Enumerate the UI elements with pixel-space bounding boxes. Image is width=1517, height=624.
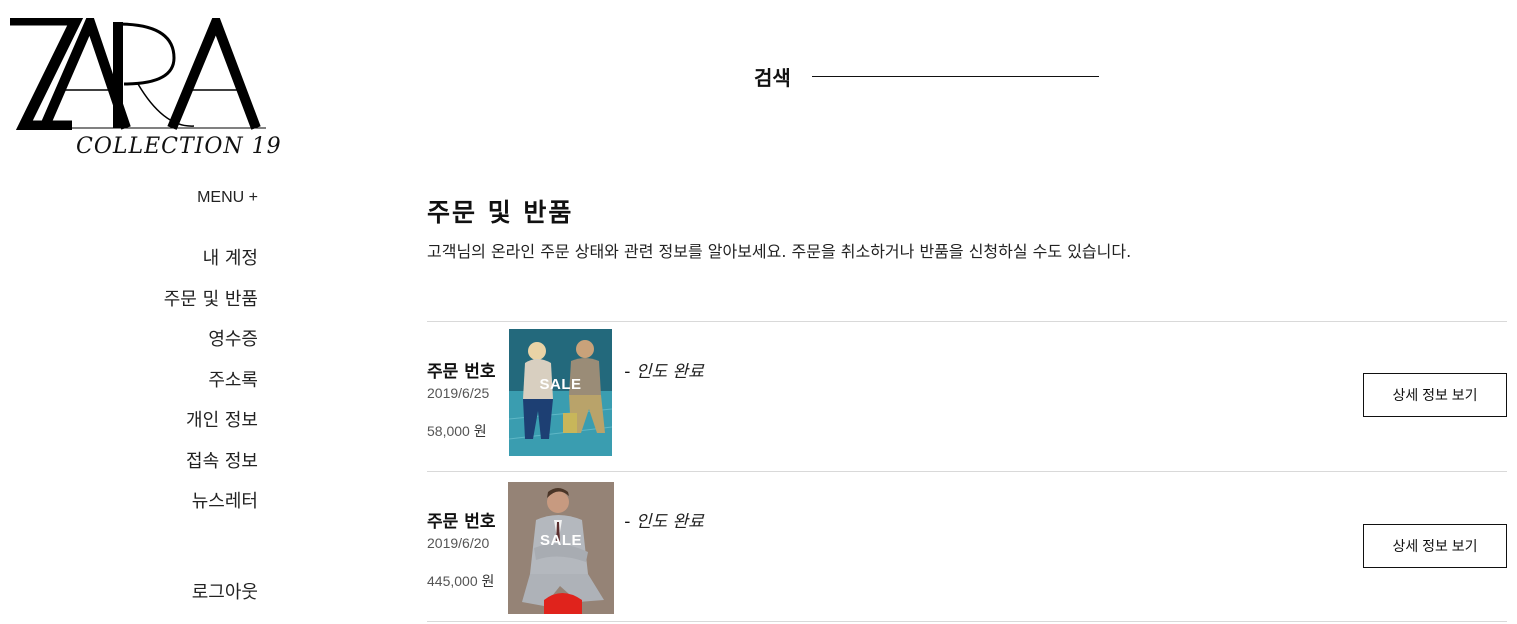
- sidebar-item-my-account[interactable]: 내 계정: [164, 247, 258, 288]
- logo-tagline: COLLECTION 19: [76, 134, 282, 159]
- divider: [427, 471, 1507, 472]
- zara-logo[interactable]: COLLECTION 19: [4, 18, 281, 160]
- order-number-label: 주문 번호: [427, 362, 496, 382]
- account-sidebar-nav: 내 계정 주문 및 반품 영수증 주소록 개인 정보 접속 정보 뉴스레터: [164, 247, 258, 531]
- sidebar-item-newsletter[interactable]: 뉴스레터: [164, 490, 258, 531]
- search-label[interactable]: 검색: [754, 62, 791, 91]
- order-number-label: 주문 번호: [427, 512, 496, 532]
- order-status: 인도 완료: [635, 512, 704, 532]
- order-price-currency: 원: [481, 574, 495, 590]
- zara-wordmark: [10, 18, 266, 130]
- page-description: 고객님의 온라인 주문 상태와 관련 정보를 알아보세요. 주문을 취소하거나 …: [427, 242, 1132, 261]
- sidebar-item-login-info[interactable]: 접속 정보: [164, 450, 258, 491]
- order-price-value: 445,000: [427, 573, 478, 589]
- sidebar-item-receipts[interactable]: 영수증: [164, 328, 258, 369]
- page-title: 주문 및 반품: [427, 198, 574, 227]
- order-date: 2019/6/25: [427, 385, 490, 401]
- sale-badge: SALE: [539, 532, 582, 549]
- order-price-currency: 원: [473, 424, 487, 440]
- order-product-thumbnail[interactable]: SALE: [509, 329, 612, 456]
- order-price-value: 58,000: [427, 423, 470, 439]
- order-detail-button[interactable]: 상세 정보 보기: [1363, 524, 1507, 568]
- order-status: 인도 완료: [635, 362, 704, 382]
- menu-toggle-button[interactable]: MENU +: [197, 189, 258, 207]
- order-status-separator: -: [624, 362, 631, 382]
- divider: [427, 621, 1507, 622]
- sale-badge: SALE: [539, 376, 582, 393]
- order-date: 2019/6/20: [427, 535, 490, 551]
- divider: [427, 321, 1507, 322]
- order-price: 445,000 원: [427, 571, 494, 591]
- order-product-thumbnail[interactable]: SALE: [508, 482, 614, 614]
- search-input-underline[interactable]: [812, 76, 1099, 77]
- sidebar-item-address-book[interactable]: 주소록: [164, 369, 258, 410]
- logout-link[interactable]: 로그아웃: [192, 578, 258, 604]
- order-status-separator: -: [624, 512, 631, 532]
- order-detail-button[interactable]: 상세 정보 보기: [1363, 373, 1507, 417]
- sidebar-item-orders-returns[interactable]: 주문 및 반품: [164, 288, 258, 329]
- sidebar-item-personal-info[interactable]: 개인 정보: [164, 409, 258, 450]
- order-price: 58,000 원: [427, 421, 487, 441]
